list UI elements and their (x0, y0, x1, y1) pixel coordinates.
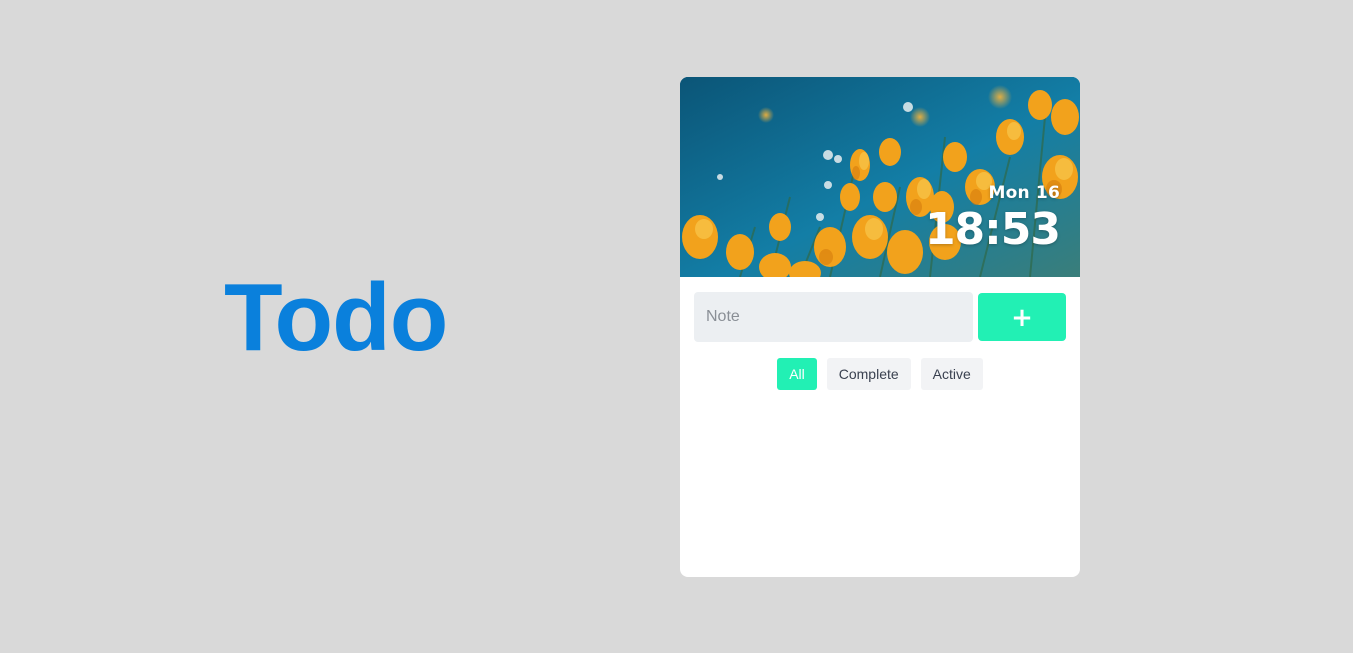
note-input[interactable] (694, 292, 973, 342)
hero-image: Mon 16 18:53 (680, 77, 1080, 277)
add-todo-button[interactable]: + (978, 293, 1066, 341)
add-todo-row: + (694, 292, 1066, 342)
filter-all-button[interactable]: All (777, 358, 817, 390)
clock-overlay: Mon 16 18:53 (924, 183, 1061, 255)
filter-active-button[interactable]: Active (920, 358, 983, 390)
todo-list (694, 402, 1066, 562)
filter-bar: All Complete Active (680, 358, 1080, 390)
date-label: Mon 16 (988, 183, 1060, 203)
filter-complete-button[interactable]: Complete (826, 358, 911, 390)
app-title: Todo (224, 264, 448, 371)
time-label: 18:53 (924, 204, 1061, 255)
todo-card: Mon 16 18:53 + All Complete Active (680, 77, 1080, 577)
